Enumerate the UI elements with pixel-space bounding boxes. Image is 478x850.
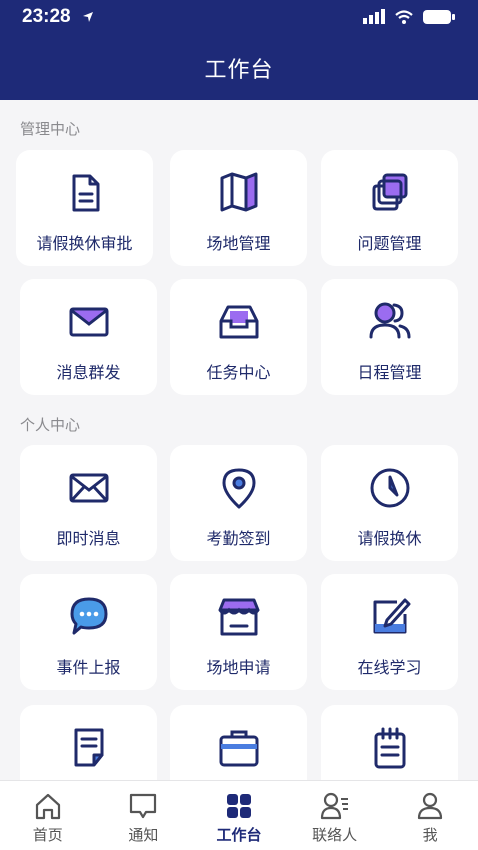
inbox-tray-icon [219,305,258,339]
tab-notifications[interactable]: 通知 [96,781,192,850]
section-label-personal: 个人中心 [20,416,81,434]
card-task-center[interactable]: 任务中心 [170,279,307,395]
location-arrow-icon [83,12,93,22]
location-pin-icon [222,468,255,509]
card-label: 在线学习 [357,658,422,677]
users-icon [369,302,410,339]
card-instant-message[interactable]: 即时消息 [20,445,157,561]
card-label: 场地管理 [206,234,271,253]
tab-label: 工作台 [216,826,262,844]
grid-icon [226,794,251,818]
card-label: 日程管理 [357,363,422,382]
card-venue-management[interactable]: 场地管理 [170,150,307,266]
card-label: 消息群发 [56,363,121,382]
battery-icon [423,10,455,24]
card-online-learning[interactable]: 在线学习 [321,574,458,690]
card-leave-approval[interactable]: 请假换休审批 [16,150,153,266]
mail-icon [69,473,108,503]
user-icon [418,792,443,820]
envelope-icon [69,307,108,337]
card-label: 考勤签到 [206,529,271,548]
document-icon [72,174,99,212]
clock-icon [370,468,409,508]
card-incident-report[interactable]: 事件上报 [20,574,157,690]
card-attendance[interactable]: 考勤签到 [170,445,307,561]
tab-bar: 首页 通知 工作台 联络人 我 [0,780,478,850]
card-label: 请假换休审批 [36,234,133,253]
status-indicators [362,9,456,25]
signal-icon [363,9,385,24]
message-square-icon [130,793,157,819]
note-icon [74,728,103,767]
tab-label: 通知 [128,826,159,844]
card-issue-management[interactable]: 问题管理 [321,150,458,266]
map-icon [220,172,257,212]
card-label: 即时消息 [56,529,121,548]
tab-contacts[interactable]: 联络人 [287,781,383,850]
tab-me[interactable]: 我 [382,781,478,850]
section-label-management: 管理中心 [20,120,81,138]
card-label: 事件上报 [56,658,121,677]
card-label: 任务中心 [206,363,271,382]
status-time: 23:28 [22,6,71,27]
page-title: 工作台 [204,58,274,83]
tab-home[interactable]: 首页 [0,781,96,850]
copy-squares-icon [372,173,407,211]
chat-bubble-icon [70,597,107,635]
tab-label: 我 [422,826,438,844]
card-schedule-management[interactable]: 日程管理 [321,279,458,395]
tab-label: 首页 [32,826,63,844]
card-label: 请假换休 [357,529,422,548]
app-header: 23:28 工作台 [0,0,478,100]
wifi-icon [395,10,413,24]
card-broadcast[interactable]: 消息群发 [20,279,157,395]
card-label: 问题管理 [357,234,422,253]
contacts-icon [320,792,348,820]
edit-icon [373,598,410,634]
tab-label: 联络人 [312,826,358,844]
tab-workbench[interactable]: 工作台 [191,781,287,850]
home-icon [35,793,60,820]
card-leave-request[interactable]: 请假换休 [321,445,458,561]
card-venue-request[interactable]: 场地申请 [170,574,307,690]
briefcase-icon [219,730,258,767]
status-bar: 23:28 [0,0,478,36]
card-label: 场地申请 [206,658,271,677]
storefront-icon [218,598,259,636]
notepad-icon [374,727,405,769]
